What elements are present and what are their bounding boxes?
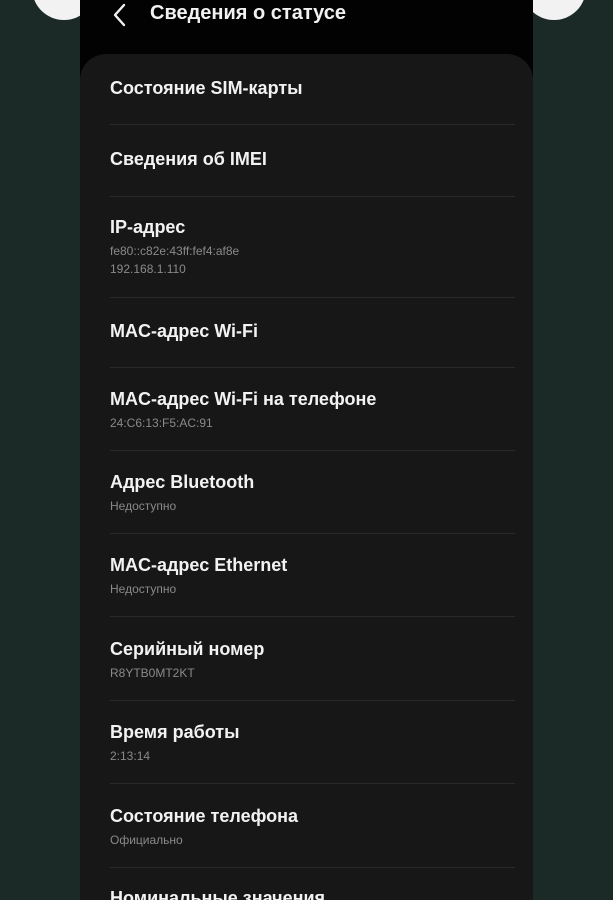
list-item-phone-wifi-mac[interactable]: MAC-адрес Wi-Fi на телефоне 24:C6:13:F5:… bbox=[110, 389, 515, 430]
item-title: Серийный номер bbox=[110, 639, 265, 659]
item-value: 2:13:14 bbox=[110, 749, 151, 763]
item-title: Состояние SIM-карты bbox=[110, 78, 303, 98]
list-item-wifi-mac[interactable]: MAC-адрес Wi-Fi bbox=[110, 321, 515, 342]
item-title: Адрес Bluetooth bbox=[110, 472, 255, 492]
list-item-serial-number[interactable]: Серийный номер R8YTB0MT2KT bbox=[110, 639, 515, 680]
list-item-rated-values[interactable]: Номинальные значения bbox=[110, 888, 515, 900]
page-title: Сведения о статусе bbox=[150, 2, 346, 24]
app-header: Сведения о статусе bbox=[80, 0, 533, 40]
divider bbox=[110, 124, 515, 125]
item-value: R8YTB0MT2KT bbox=[110, 666, 195, 680]
ipv4-value: 192.168.1.110 bbox=[110, 262, 186, 276]
divider bbox=[110, 297, 515, 298]
ipv6-value: fe80::c82e:43ff:fef4:af8e bbox=[110, 244, 240, 258]
item-value: Официально bbox=[110, 833, 183, 847]
item-title: MAC-адрес Wi-Fi на телефоне bbox=[110, 389, 377, 409]
list-item-uptime[interactable]: Время работы 2:13:14 bbox=[110, 722, 515, 763]
divider bbox=[110, 700, 515, 701]
divider bbox=[110, 367, 515, 368]
item-title: Номинальные значения bbox=[110, 888, 326, 900]
item-title: MAC-адрес Ethernet bbox=[110, 555, 288, 575]
status-list: Состояние SIM-карты Сведения об IMEI IP-… bbox=[80, 54, 533, 900]
item-value: 24:C6:13:F5:AC:91 bbox=[110, 416, 213, 430]
item-title: Состояние телефона bbox=[110, 806, 298, 826]
item-title: IP-адрес bbox=[110, 217, 186, 237]
phone-screen: Сведения о статусе Состояние SIM-карты С… bbox=[80, 0, 533, 900]
divider bbox=[110, 616, 515, 617]
list-item-sim-status[interactable]: Состояние SIM-карты bbox=[110, 78, 515, 99]
divider bbox=[110, 867, 515, 868]
divider bbox=[110, 450, 515, 451]
divider bbox=[110, 533, 515, 534]
list-item-imei[interactable]: Сведения об IMEI bbox=[110, 149, 515, 170]
list-item-phone-status[interactable]: Состояние телефона Официально bbox=[110, 806, 515, 847]
divider bbox=[110, 196, 515, 197]
list-item-ip-address[interactable]: IP-адрес fe80::c82e:43ff:fef4:af8e 192.1… bbox=[110, 217, 515, 276]
item-title: MAC-адрес Wi-Fi bbox=[110, 321, 259, 341]
list-item-ethernet-mac[interactable]: MAC-адрес Ethernet Недоступно bbox=[110, 555, 515, 596]
item-title: Время работы bbox=[110, 722, 240, 742]
item-value: Недоступно bbox=[110, 582, 177, 596]
item-title: Сведения об IMEI bbox=[110, 149, 267, 169]
back-arrow-icon[interactable] bbox=[110, 2, 130, 28]
item-value: Недоступно bbox=[110, 499, 177, 513]
list-item-bluetooth-address[interactable]: Адрес Bluetooth Недоступно bbox=[110, 472, 515, 513]
divider bbox=[110, 783, 515, 784]
